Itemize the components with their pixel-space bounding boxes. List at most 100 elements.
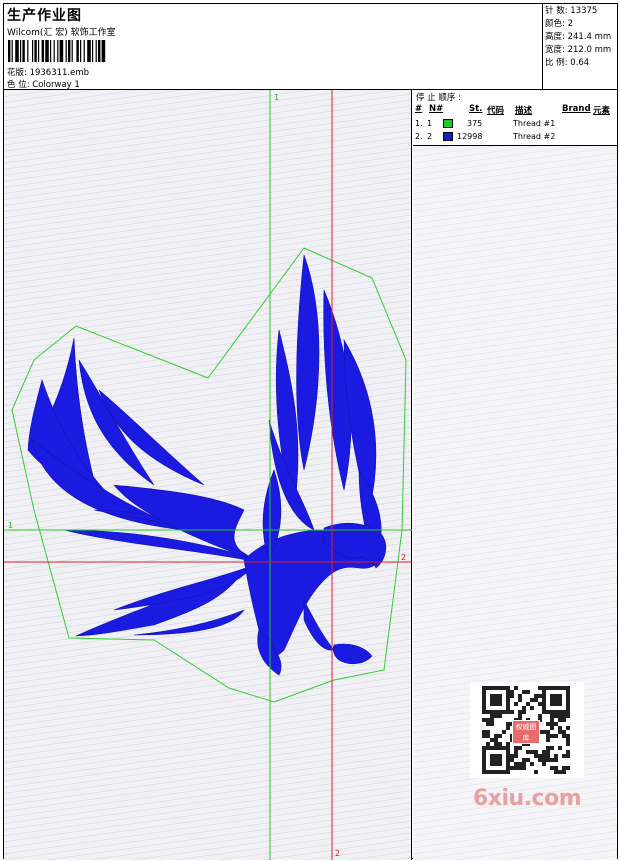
qr-module xyxy=(562,714,566,718)
qr-module xyxy=(482,730,486,734)
barcode-bar xyxy=(59,40,64,62)
qr-module xyxy=(514,686,518,690)
qr-module xyxy=(490,738,494,742)
qr-module xyxy=(498,770,502,774)
qr-module xyxy=(506,710,510,714)
stat-scale: 比 例: 0.64 xyxy=(545,58,590,68)
qr-module xyxy=(534,770,538,774)
qr-module xyxy=(498,686,502,690)
qr-module xyxy=(554,714,558,718)
qr-module xyxy=(486,686,490,690)
qr-module xyxy=(482,698,486,702)
qr-module xyxy=(482,762,486,766)
qr-module xyxy=(534,754,538,758)
qr-module xyxy=(550,722,554,726)
qr-module xyxy=(546,754,550,758)
stat-stitches: 针 数: 13375 xyxy=(545,6,598,16)
qr-module xyxy=(506,726,510,730)
qr-module xyxy=(506,762,510,766)
design-canvas[interactable]: 1 1 2 2 xyxy=(4,90,412,860)
file-name-line: 花版: 1936311.emb xyxy=(7,66,89,78)
qr-module xyxy=(494,694,498,698)
qr-module xyxy=(482,754,486,758)
qr-module xyxy=(482,734,486,738)
thread-color-swatch xyxy=(443,119,453,128)
barcode-bar xyxy=(71,40,73,62)
qr-module xyxy=(546,734,550,738)
qr-module xyxy=(490,698,494,702)
qr-module xyxy=(554,686,558,690)
qr-module xyxy=(510,710,514,714)
qr-module xyxy=(486,746,490,750)
qr-module xyxy=(518,694,522,698)
qr-module xyxy=(538,702,542,706)
qr-module xyxy=(562,686,566,690)
qr-module xyxy=(506,702,510,706)
qr-module xyxy=(554,754,558,758)
table-row[interactable]: 1. 1 375 Thread #1 xyxy=(413,118,617,130)
qr-module xyxy=(526,750,530,754)
col-needle: N# xyxy=(429,104,444,114)
qr-module xyxy=(506,746,510,750)
barcode-image xyxy=(8,40,106,62)
colorway-label: 色 位: xyxy=(7,80,30,90)
qr-module xyxy=(486,722,490,726)
qr-module xyxy=(530,762,534,766)
table-row[interactable]: 2. 2 12998 Thread #2 xyxy=(413,131,617,143)
qr-module xyxy=(546,750,550,754)
colorway-line: 色 位: Colorway 1 xyxy=(7,78,80,90)
qr-module xyxy=(554,770,558,774)
qr-module xyxy=(522,690,526,694)
design-drawing: 1 1 2 2 xyxy=(4,90,412,860)
barcode-bar xyxy=(50,40,52,62)
qr-module xyxy=(566,742,570,746)
qr-module xyxy=(494,738,498,742)
barcode-bar xyxy=(8,40,11,62)
qr-module xyxy=(542,750,546,754)
qr-module xyxy=(562,710,566,714)
qr-module xyxy=(502,746,506,750)
qr-module xyxy=(534,694,538,698)
qr-module xyxy=(550,758,554,762)
qr-module xyxy=(498,702,502,706)
qr-module xyxy=(482,702,486,706)
qr-module xyxy=(486,718,490,722)
qr-module xyxy=(558,726,562,730)
qr-module xyxy=(526,758,530,762)
qr-module xyxy=(506,770,510,774)
qr-module xyxy=(542,686,546,690)
qr-module xyxy=(566,714,570,718)
qr-module xyxy=(506,758,510,762)
qr-module xyxy=(550,714,554,718)
qr-module xyxy=(562,734,566,738)
qr-module xyxy=(482,758,486,762)
qr-module xyxy=(490,702,494,706)
qr-module xyxy=(542,698,546,702)
barcode-bar xyxy=(20,40,22,62)
qr-module xyxy=(546,710,550,714)
qr-module xyxy=(550,710,554,714)
qr-module xyxy=(494,754,498,758)
qr-module xyxy=(554,758,558,762)
qr-module xyxy=(538,694,542,698)
watermark-brand: 6xiu.com xyxy=(473,786,582,811)
barcode-bar xyxy=(32,40,34,62)
barcode-bar xyxy=(57,40,59,62)
qr-module xyxy=(518,698,522,702)
barcode-bar xyxy=(11,40,13,62)
sheet-subtitle: Wilcom(汇 宏) 软饰工作室 xyxy=(7,28,116,38)
col-code: 代码 xyxy=(487,106,505,116)
qr-module xyxy=(514,750,518,754)
qr-module xyxy=(558,698,562,702)
qr-module xyxy=(518,746,522,750)
qr-module xyxy=(522,758,526,762)
barcode-bar xyxy=(22,40,25,62)
barcode-bar xyxy=(101,40,106,62)
qr-module xyxy=(522,762,526,766)
qr-module xyxy=(502,770,506,774)
barcode-bar xyxy=(83,40,85,62)
sheet-header: 生产作业图 Wilcom(汇 宏) 软饰工作室 花版: 1936311.emb … xyxy=(4,4,617,90)
qr-module xyxy=(514,766,518,770)
qr-module xyxy=(566,726,570,730)
qr-module xyxy=(566,710,570,714)
